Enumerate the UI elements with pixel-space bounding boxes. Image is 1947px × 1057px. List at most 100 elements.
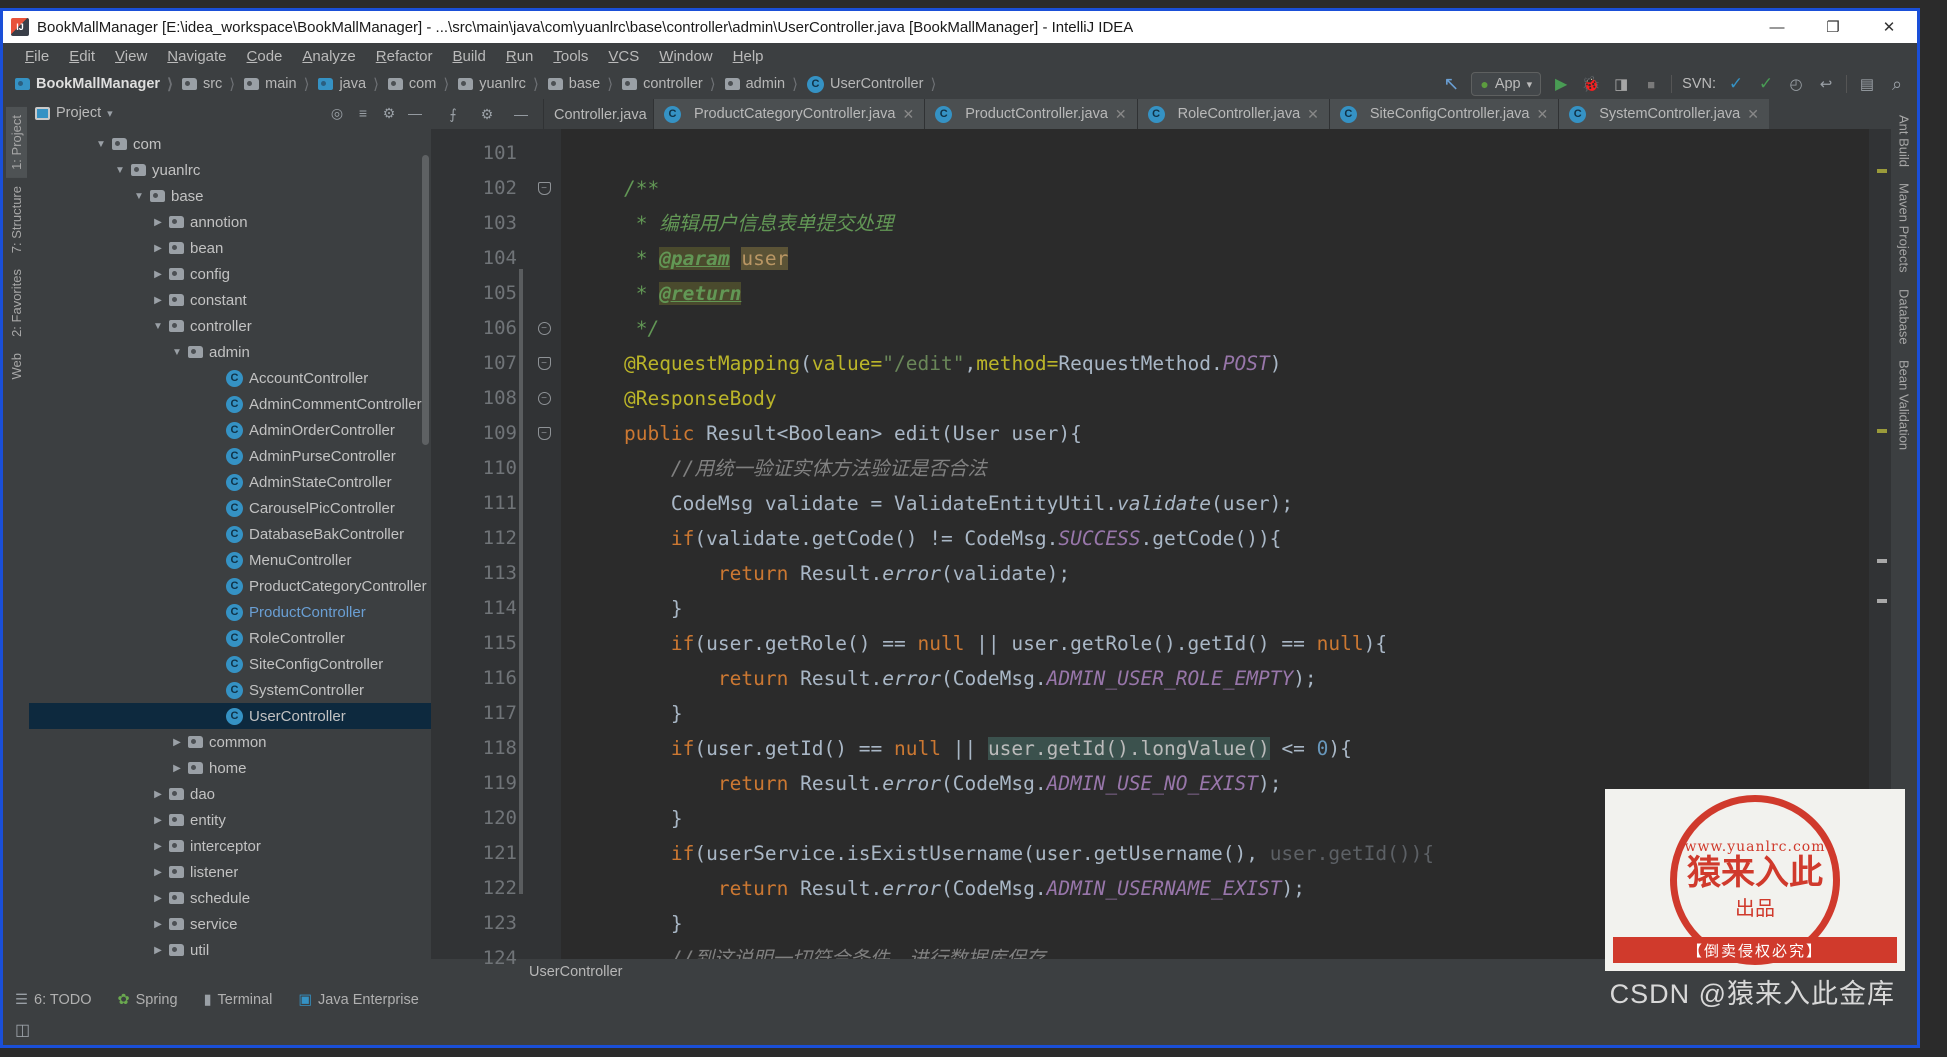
- tool-window-button-favorites[interactable]: 2: Favorites: [6, 261, 27, 345]
- code-line[interactable]: }: [561, 696, 1869, 731]
- debug-icon[interactable]: 🐞: [1581, 74, 1601, 94]
- breadcrumb-item-bookmallmanager[interactable]: BookMallManager ⟩: [11, 72, 178, 96]
- fold-slot[interactable]: [527, 556, 561, 591]
- tree-toggle-arrow[interactable]: ▶: [151, 867, 165, 878]
- tree-toggle-arrow[interactable]: ▼: [113, 165, 127, 176]
- run-icon[interactable]: ▶: [1551, 74, 1571, 94]
- tree-toggle-arrow[interactable]: ▼: [151, 321, 165, 332]
- code-line[interactable]: * 编辑用户信息表单提交处理: [561, 206, 1869, 241]
- fold-slot[interactable]: [527, 941, 561, 976]
- breadcrumb-item-admin[interactable]: admin ⟩: [721, 72, 803, 96]
- breadcrumb-item-base[interactable]: base ⟩: [544, 72, 618, 96]
- fold-slot[interactable]: [527, 731, 561, 766]
- project-structure-icon[interactable]: ▤: [1857, 74, 1877, 94]
- tree-item-folder[interactable]: ▼ base: [29, 183, 431, 209]
- tree-item-class[interactable]: C SystemController: [29, 677, 431, 703]
- menu-item-code[interactable]: Code: [237, 45, 293, 68]
- hide-icon[interactable]: —: [511, 104, 531, 124]
- close-icon[interactable]: ✕: [1747, 106, 1759, 123]
- fold-slot[interactable]: [527, 836, 561, 871]
- back-arrow-icon[interactable]: ↖: [1441, 74, 1461, 94]
- menu-item-run[interactable]: Run: [496, 45, 544, 68]
- code-line[interactable]: if(validate.getCode() != CodeMsg.SUCCESS…: [561, 521, 1869, 556]
- editor-tab[interactable]: C ProductController.java ✕: [924, 99, 1136, 129]
- tool-window-button-mavenprojects[interactable]: Maven Projects: [1894, 175, 1915, 281]
- tree-item-folder[interactable]: ▶ common: [29, 729, 431, 755]
- fold-toggle-icon[interactable]: −: [538, 322, 551, 335]
- fold-slot[interactable]: [527, 626, 561, 661]
- minimize-button[interactable]: —: [1749, 11, 1805, 43]
- tree-item-folder[interactable]: ▼ controller: [29, 313, 431, 339]
- tree-item-folder[interactable]: ▶ service: [29, 911, 431, 937]
- chevron-down-icon[interactable]: ▾: [107, 107, 113, 120]
- terminal-tool-button[interactable]: ▮ Terminal: [204, 992, 273, 1008]
- code-line[interactable]: if(user.getId() == null || user.getId().…: [561, 731, 1869, 766]
- tree-item-folder[interactable]: ▶ annotion: [29, 209, 431, 235]
- code-line[interactable]: [561, 136, 1869, 171]
- tree-item-folder[interactable]: ▶ bean: [29, 235, 431, 261]
- code-folding-gutter[interactable]: − − − − −: [527, 129, 561, 959]
- tree-toggle-arrow[interactable]: ▶: [151, 841, 165, 852]
- fold-slot[interactable]: −: [527, 346, 561, 381]
- code-line[interactable]: */: [561, 311, 1869, 346]
- tree-item-folder[interactable]: ▶ config: [29, 261, 431, 287]
- fold-slot[interactable]: [527, 906, 561, 941]
- tree-item-class[interactable]: C AccountController: [29, 365, 431, 391]
- fold-slot[interactable]: [527, 661, 561, 696]
- tree-item-folder[interactable]: ▼ yuanlrc: [29, 157, 431, 183]
- code-line[interactable]: /**: [561, 171, 1869, 206]
- stripe-warning[interactable]: [1877, 169, 1887, 173]
- tool-window-button-antbuild[interactable]: Ant Build: [1894, 107, 1915, 175]
- fold-slot[interactable]: [527, 241, 561, 276]
- tree-item-folder[interactable]: ▶ listener: [29, 859, 431, 885]
- editor-tab[interactable]: C RoleController.java ✕: [1137, 99, 1329, 129]
- tree-item-folder[interactable]: ▶ util: [29, 937, 431, 963]
- fold-slot[interactable]: [527, 486, 561, 521]
- tree-item-class[interactable]: C ProductController: [29, 599, 431, 625]
- close-icon[interactable]: ✕: [1115, 106, 1127, 123]
- tree-toggle-arrow[interactable]: ▼: [170, 347, 184, 358]
- svn-revert-icon[interactable]: ↩: [1816, 74, 1836, 94]
- fold-toggle-icon[interactable]: −: [538, 357, 551, 370]
- tree-item-class[interactable]: C CarouselPicController: [29, 495, 431, 521]
- tree-toggle-arrow[interactable]: ▶: [151, 789, 165, 800]
- code-line[interactable]: if(user.getRole() == null || user.getRol…: [561, 626, 1869, 661]
- menu-item-help[interactable]: Help: [723, 45, 774, 68]
- svn-commit-icon[interactable]: ✓: [1756, 74, 1776, 94]
- fold-slot[interactable]: [527, 766, 561, 801]
- tree-item-class[interactable]: C RoleController: [29, 625, 431, 651]
- tree-item-class[interactable]: C DatabaseBakController: [29, 521, 431, 547]
- tree-toggle-arrow[interactable]: ▶: [151, 945, 165, 956]
- tree-item-class[interactable]: C ProductCategoryController: [29, 573, 431, 599]
- todo-tool-button[interactable]: ☰ 6: TODO: [15, 992, 91, 1008]
- fold-slot[interactable]: [527, 801, 561, 836]
- code-line[interactable]: //用统一验证实体方法验证是否合法: [561, 451, 1869, 486]
- stripe-info[interactable]: [1877, 559, 1887, 563]
- tree-item-class[interactable]: C AdminPurseController: [29, 443, 431, 469]
- code-line[interactable]: * @return: [561, 276, 1869, 311]
- tool-window-button-database[interactable]: Database: [1894, 281, 1915, 353]
- svn-history-icon[interactable]: ◴: [1786, 74, 1806, 94]
- breadcrumb-item-src[interactable]: src ⟩: [178, 72, 240, 96]
- fold-toggle-icon[interactable]: −: [538, 392, 551, 405]
- menu-item-tools[interactable]: Tools: [543, 45, 598, 68]
- collapse-all-icon[interactable]: ≡: [353, 103, 373, 123]
- show-tool-windows-icon[interactable]: ◫: [15, 1020, 30, 1040]
- tree-toggle-arrow[interactable]: ▼: [94, 139, 108, 150]
- fold-slot[interactable]: [527, 591, 561, 626]
- tree-scrollbar[interactable]: [422, 155, 429, 445]
- fold-slot[interactable]: [527, 451, 561, 486]
- tree-toggle-arrow[interactable]: ▶: [151, 919, 165, 930]
- search-icon[interactable]: ⌕: [1887, 74, 1907, 94]
- tree-item-class[interactable]: C AdminOrderController: [29, 417, 431, 443]
- breadcrumb-item-usercontroller[interactable]: C UserController ⟩: [803, 72, 941, 96]
- breadcrumb-item-java[interactable]: java ⟩: [314, 72, 383, 96]
- tree-item-folder[interactable]: ▶ interceptor: [29, 833, 431, 859]
- tree-toggle-arrow[interactable]: ▼: [132, 191, 146, 202]
- fold-slot[interactable]: −: [527, 311, 561, 346]
- tree-toggle-arrow[interactable]: ▶: [151, 243, 165, 254]
- tree-item-class[interactable]: C MenuController: [29, 547, 431, 573]
- tree-toggle-arrow[interactable]: ▶: [151, 217, 165, 228]
- settings-icon[interactable]: ⚙: [379, 103, 399, 123]
- close-icon[interactable]: ✕: [903, 106, 915, 123]
